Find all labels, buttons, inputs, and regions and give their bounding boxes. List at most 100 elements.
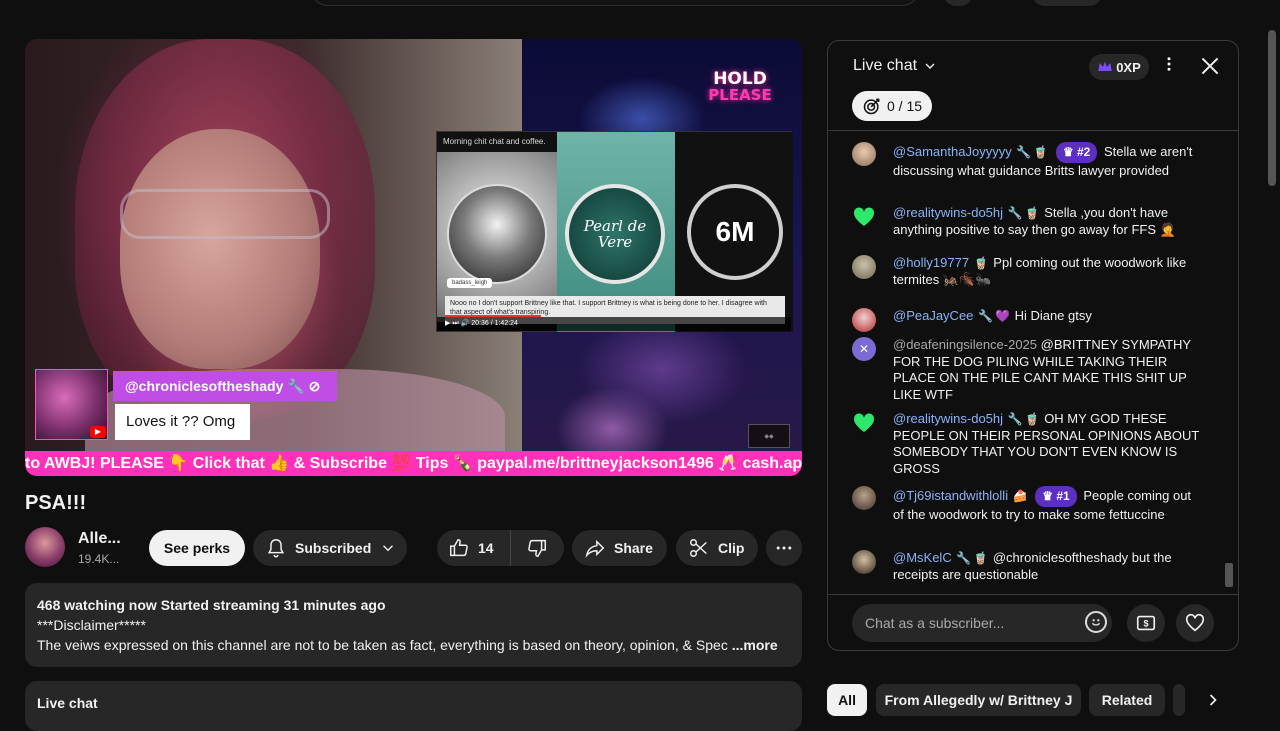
stream-meta: 468 watching now Started streaming 31 mi… bbox=[37, 597, 386, 613]
subscriber-count: 19.4K... bbox=[78, 552, 120, 566]
more-actions-button[interactable] bbox=[766, 530, 802, 566]
sticker-icon: 💜 bbox=[994, 309, 1010, 323]
more-horizontal-icon bbox=[774, 538, 794, 558]
page-scrollbar[interactable] bbox=[1268, 30, 1276, 186]
goal-count: 0 / 15 bbox=[886, 98, 923, 114]
related-chips: All From Allegedly w/ Brittney J Related bbox=[827, 684, 1239, 718]
rank-badge: ♛ #1 bbox=[1035, 486, 1077, 507]
member-badge-icon: 🧋 bbox=[973, 551, 989, 565]
chat-author[interactable]: @SamanthaJoyyyyy bbox=[893, 144, 1012, 159]
chip-from-channel[interactable]: From Allegedly w/ Brittney J bbox=[876, 684, 1081, 716]
description-line-2: The veiws expressed on this channel are … bbox=[37, 637, 728, 653]
chip-label: From Allegedly w/ Brittney J bbox=[884, 692, 1073, 708]
chat-avatar[interactable] bbox=[852, 205, 876, 229]
live-chat-panel: Live chat 0XP 0 / 15 @SamanthaJoyyyyy 🔧 … bbox=[827, 40, 1239, 651]
like-count: 14 bbox=[478, 540, 494, 556]
blocked-icon: ⊘ bbox=[308, 378, 321, 394]
youtube-icon: ▶ bbox=[90, 426, 106, 438]
corner-watermark: ◆◆ bbox=[748, 424, 790, 448]
chat-message: @realitywins-do5hj 🔧 🧋 OH MY GOD THESE PE… bbox=[852, 411, 1202, 477]
heart-reaction-button[interactable] bbox=[1176, 604, 1214, 642]
wrench-icon: 🔧 bbox=[1007, 206, 1023, 220]
mic-button[interactable] bbox=[943, 0, 973, 6]
ticker-text: to AWBJ! PLEASE 👇 Click that 👍 & Subscri… bbox=[25, 455, 802, 472]
dislike-button[interactable] bbox=[511, 530, 563, 566]
member-badge-icon: 🧋 bbox=[973, 256, 989, 270]
search-bar[interactable] bbox=[310, 0, 920, 6]
description-box[interactable]: 468 watching now Started streaming 31 mi… bbox=[25, 583, 802, 667]
chat-author[interactable]: @realitywins-do5hj bbox=[893, 205, 1003, 220]
show-more-link[interactable]: ...more bbox=[732, 637, 778, 653]
chat-author[interactable]: @PeaJayCee bbox=[893, 308, 973, 323]
thumbs-up-icon bbox=[448, 537, 470, 559]
bell-icon bbox=[265, 537, 287, 559]
rank-value: #1 bbox=[1056, 489, 1070, 503]
chat-input-area: Chat as a subscriber... $ bbox=[828, 594, 1238, 650]
chat-avatar[interactable] bbox=[852, 486, 876, 510]
chat-author[interactable]: @realitywins-do5hj bbox=[893, 411, 1003, 426]
clip-button[interactable]: Clip bbox=[676, 530, 758, 566]
emoji-icon[interactable] bbox=[1085, 611, 1107, 633]
close-chat-button[interactable] bbox=[1197, 53, 1223, 79]
alert-name-bar: @chroniclesoftheshady 🔧 ⊘ bbox=[113, 371, 337, 401]
chat-avatar[interactable] bbox=[852, 411, 876, 435]
super-chat-button[interactable]: $ bbox=[1127, 604, 1165, 642]
wrench-icon: 🔧 bbox=[1016, 145, 1032, 159]
channel-name[interactable]: Alle... bbox=[78, 530, 121, 548]
chat-message: @Tj69istandwithlolli 🍰 ♛ #1 People comin… bbox=[852, 486, 1202, 523]
chat-avatar[interactable] bbox=[852, 142, 876, 166]
chip-label: All bbox=[838, 692, 856, 708]
chips-next-button[interactable] bbox=[1203, 690, 1223, 715]
clip-label: Clip bbox=[718, 540, 745, 556]
like-button[interactable]: 14 bbox=[437, 530, 511, 566]
chat-scrollbar[interactable] bbox=[1225, 563, 1233, 587]
see-perks-button[interactable]: See perks bbox=[149, 530, 245, 566]
chat-avatar[interactable] bbox=[852, 308, 876, 332]
description-line-2-wrap: The veiws expressed on this channel are … bbox=[37, 635, 790, 655]
chip-partial[interactable] bbox=[1173, 684, 1185, 716]
pearl-logo: Pearl de Vere bbox=[565, 184, 665, 284]
chat-avatar[interactable]: ✕ bbox=[852, 337, 876, 361]
subscribed-button[interactable]: Subscribed bbox=[253, 530, 407, 566]
thumbs-down-icon bbox=[526, 537, 548, 559]
embed-controls: ▶ ⏭ 🔊 20:36 / 1:42:24 bbox=[437, 317, 791, 331]
chevron-down-icon bbox=[379, 539, 397, 557]
member-badge-icon: 🍰 bbox=[1012, 489, 1028, 503]
chat-author[interactable]: @MsKelC bbox=[893, 550, 952, 565]
see-perks-label: See perks bbox=[163, 540, 231, 556]
embed-time: 20:36 / 1:42:24 bbox=[471, 320, 518, 327]
member-badge-icon: 🧋 bbox=[1024, 206, 1040, 220]
chat-message: @realitywins-do5hj 🔧 🧋 Stella ,you don't … bbox=[852, 205, 1202, 238]
wrench-icon: 🔧 bbox=[287, 378, 305, 394]
xp-badge[interactable]: 0XP bbox=[1089, 54, 1149, 80]
chat-avatar[interactable] bbox=[852, 255, 876, 279]
streamer-glasses bbox=[120, 189, 330, 239]
chat-author[interactable]: @Tj69istandwithlolli bbox=[893, 488, 1008, 503]
channel-avatar[interactable] bbox=[25, 527, 65, 567]
like-dislike-group: 14 bbox=[437, 530, 564, 566]
chat-author[interactable]: @deafeningsilence-2025 bbox=[893, 337, 1037, 352]
description-line-1: ***Disclaimer***** bbox=[37, 617, 146, 633]
member-badge-icon: 🧋 bbox=[1024, 412, 1040, 426]
heart-icon bbox=[1184, 612, 1206, 634]
share-button[interactable]: Share bbox=[572, 530, 667, 566]
chip-related[interactable]: Related bbox=[1089, 684, 1165, 716]
alert-message: Loves it ?? Omg bbox=[115, 404, 250, 440]
chat-author[interactable]: @holly19777 bbox=[893, 255, 969, 270]
chat-menu-button[interactable] bbox=[1159, 54, 1179, 80]
ticker-banner: to AWBJ! PLEASE 👇 Click that 👍 & Subscri… bbox=[25, 451, 802, 476]
engagement-goal[interactable]: 0 / 15 bbox=[852, 91, 932, 121]
share-label: Share bbox=[614, 540, 653, 556]
wrench-icon: 🔧 bbox=[978, 309, 993, 323]
chat-message: ✕ @deafeningsilence-2025 @BRITTNEY SYMPA… bbox=[852, 337, 1202, 403]
member-badge-icon: 🧋 bbox=[1033, 145, 1049, 159]
chat-avatar[interactable] bbox=[852, 550, 876, 574]
chip-all[interactable]: All bbox=[827, 684, 867, 716]
chat-mode-dropdown[interactable]: Live chat bbox=[853, 57, 938, 75]
chat-input[interactable]: Chat as a subscriber... bbox=[852, 604, 1112, 642]
quote-user: badass_leigh bbox=[447, 278, 493, 288]
create-button[interactable] bbox=[1032, 0, 1102, 6]
chat-message: @SamanthaJoyyyyy 🔧 🧋 ♛ #2 Stella we aren'… bbox=[852, 142, 1202, 179]
live-chat-collapsed[interactable]: Live chat bbox=[25, 681, 802, 731]
chat-message: @PeaJayCee 🔧 💜 Hi Diane gtsy bbox=[852, 308, 1202, 332]
